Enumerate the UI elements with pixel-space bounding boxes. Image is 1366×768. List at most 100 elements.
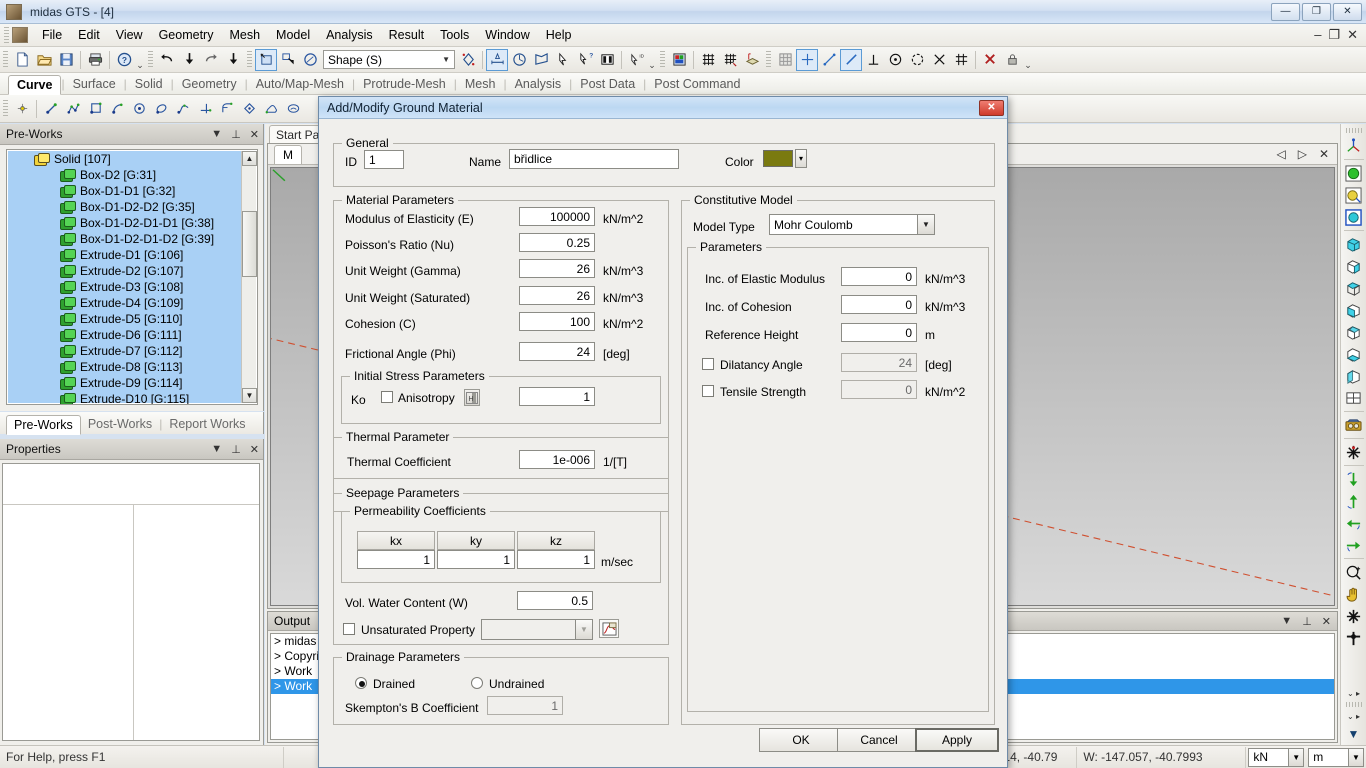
unit-weight-saturated-field[interactable]: 26 <box>519 286 595 305</box>
left-view-icon[interactable] <box>1343 365 1365 387</box>
select-window-icon[interactable] <box>255 48 277 71</box>
mdi-restore-button[interactable]: ❐ <box>1328 27 1340 43</box>
snap-diamond-icon[interactable] <box>457 49 479 71</box>
unsaturated-curve-icon[interactable] <box>599 619 619 638</box>
tree-item[interactable]: Extrude-D4 [G:109] <box>8 295 241 311</box>
help-icon[interactable]: ? <box>113 49 135 71</box>
minimize-button[interactable]: — <box>1271 2 1300 21</box>
rectangle-icon[interactable] <box>84 98 106 120</box>
close-icon[interactable]: ✕ <box>1319 147 1329 161</box>
properties-column-splitter[interactable] <box>133 504 134 740</box>
chevron-down-icon[interactable]: ▼ <box>211 128 222 140</box>
snap-center-icon[interactable] <box>884 49 906 71</box>
tree-item[interactable]: Extrude-D7 [G:112] <box>8 343 241 359</box>
chevron-down-icon[interactable]: ▼ <box>211 443 222 455</box>
tab-surface[interactable]: Surface <box>65 74 124 94</box>
grid-snap-icon[interactable] <box>719 49 741 71</box>
rotate-icon[interactable] <box>1343 441 1365 463</box>
toolbar-grip-2[interactable] <box>148 50 153 69</box>
model-type-combo[interactable]: Mohr Coulomb ▼ <box>769 214 935 235</box>
anisotropy-icon[interactable]: H <box>464 389 480 406</box>
measure-area-icon[interactable] <box>530 49 552 71</box>
tab-geometry[interactable]: Geometry <box>174 74 245 94</box>
menu-model[interactable]: Model <box>268 25 318 45</box>
tree-item[interactable]: Extrude-D5 [G:110] <box>8 311 241 327</box>
color-swatch[interactable] <box>763 150 793 167</box>
tree-item[interactable]: Box-D1-D2-D2 [G:35] <box>8 199 241 215</box>
grid-icon[interactable] <box>697 49 719 71</box>
name-field[interactable]: břidlice <box>509 149 679 169</box>
ky-field[interactable]: 1 <box>437 550 515 569</box>
menu-tools[interactable]: Tools <box>432 25 477 45</box>
force-unit-combo[interactable]: kN ▼ <box>1248 747 1305 767</box>
scrollbar-thumb[interactable] <box>242 211 257 277</box>
tree-item[interactable]: Box-D1-D2-D1-D1 [G:38] <box>8 215 241 231</box>
pick-id-icon[interactable]: ID <box>625 49 647 71</box>
drained-radio[interactable] <box>355 677 367 689</box>
select-circle-icon[interactable] <box>299 49 321 71</box>
tree-item[interactable]: Box-D1-D1 [G:32] <box>8 183 241 199</box>
tree-item[interactable]: Extrude-D1 [G:106] <box>8 247 241 263</box>
tab-solid[interactable]: Solid <box>127 74 171 94</box>
tree-item[interactable]: Box-D2 [G:31] <box>8 167 241 183</box>
shade-flat-icon[interactable] <box>1343 206 1365 228</box>
model-tree[interactable]: − Solid [107] Box-D2 [G:31] Box-D1-D1 [G… <box>6 149 258 405</box>
undo-down-icon[interactable] <box>178 49 200 71</box>
tab-post-command[interactable]: Post Command <box>646 74 748 94</box>
tab-protrude-mesh[interactable]: Protrude-Mesh <box>355 74 454 94</box>
modulus-elasticity-field[interactable]: 100000 <box>519 207 595 226</box>
poisson-ratio-field[interactable]: 0.25 <box>519 233 595 252</box>
zoom-window-icon[interactable] <box>1343 561 1365 583</box>
pick-query-icon[interactable]: ? <box>574 49 596 71</box>
tab-analysis[interactable]: Analysis <box>507 74 570 94</box>
tree-item[interactable]: Box-D1-D2-D1-D2 [G:39] <box>8 231 241 247</box>
tensile-strength-checkbox[interactable] <box>702 385 714 397</box>
redo-icon[interactable] <box>200 49 222 71</box>
mdi-minimize-button[interactable]: ‒ <box>1314 27 1321 43</box>
maximize-button[interactable]: ❐ <box>1302 2 1331 21</box>
kz-field[interactable]: 1 <box>517 550 595 569</box>
next-arrow-icon[interactable]: ▷ <box>1298 147 1307 161</box>
diamond-curve-icon[interactable] <box>238 98 260 120</box>
top-view-icon[interactable] <box>1343 277 1365 299</box>
length-unit-combo[interactable]: m ▼ <box>1308 747 1364 767</box>
menu-file[interactable]: File <box>34 25 70 45</box>
unsaturated-property-checkbox[interactable] <box>343 623 355 635</box>
print-icon[interactable] <box>84 49 106 71</box>
ellipse-icon[interactable] <box>150 98 172 120</box>
save-icon[interactable] <box>55 49 77 71</box>
frictional-angle-field[interactable]: 24 <box>519 342 595 361</box>
snap-grid-icon[interactable] <box>950 49 972 71</box>
pin-icon[interactable]: ⊥ <box>231 128 241 141</box>
tab-report-works[interactable]: Report Works <box>162 414 252 434</box>
spline-icon[interactable] <box>172 98 194 120</box>
redo-down-icon[interactable] <box>222 49 244 71</box>
apply-button[interactable]: Apply <box>915 728 999 752</box>
dilatancy-angle-checkbox[interactable] <box>702 358 714 370</box>
tree-node-solid[interactable]: Solid [107] <box>8 151 241 167</box>
zoom-fit-icon[interactable] <box>1343 627 1365 649</box>
curve-toolbar-grip[interactable] <box>3 99 8 118</box>
right-view-icon[interactable] <box>1343 299 1365 321</box>
tree-item[interactable]: Extrude-D10 [G:115] <box>8 391 241 404</box>
snap-line-icon[interactable] <box>818 49 840 71</box>
measure-angle-icon[interactable] <box>508 49 530 71</box>
shape-selector-combo[interactable]: Shape (S) ▼ <box>323 50 455 69</box>
rotate-free-icon[interactable] <box>1343 605 1365 627</box>
pin-icon[interactable]: ⊥ <box>1302 615 1312 628</box>
chevron-down-icon[interactable]: ▼ <box>575 620 592 639</box>
chevron-down-icon[interactable]: ▼ <box>1343 723 1365 745</box>
chevron-down-icon[interactable]: ▼ <box>917 215 934 234</box>
menu-analysis[interactable]: Analysis <box>318 25 381 45</box>
grid-3d-icon[interactable] <box>741 49 763 71</box>
tab-auto-map-mesh[interactable]: Auto/Map-Mesh <box>248 74 352 94</box>
shade-sphere-icon[interactable] <box>1343 162 1365 184</box>
thermal-coefficient-field[interactable]: 1e-006 <box>519 450 595 469</box>
snap-quadrant-icon[interactable] <box>906 49 928 71</box>
inc-cohesion-field[interactable]: 0 <box>841 295 917 314</box>
menu-edit[interactable]: Edit <box>70 25 108 45</box>
new-file-icon[interactable] <box>11 49 33 71</box>
snap-line2-icon[interactable] <box>840 48 862 71</box>
cloud-curve-icon[interactable] <box>260 98 282 120</box>
tree-item[interactable]: Extrude-D3 [G:108] <box>8 279 241 295</box>
